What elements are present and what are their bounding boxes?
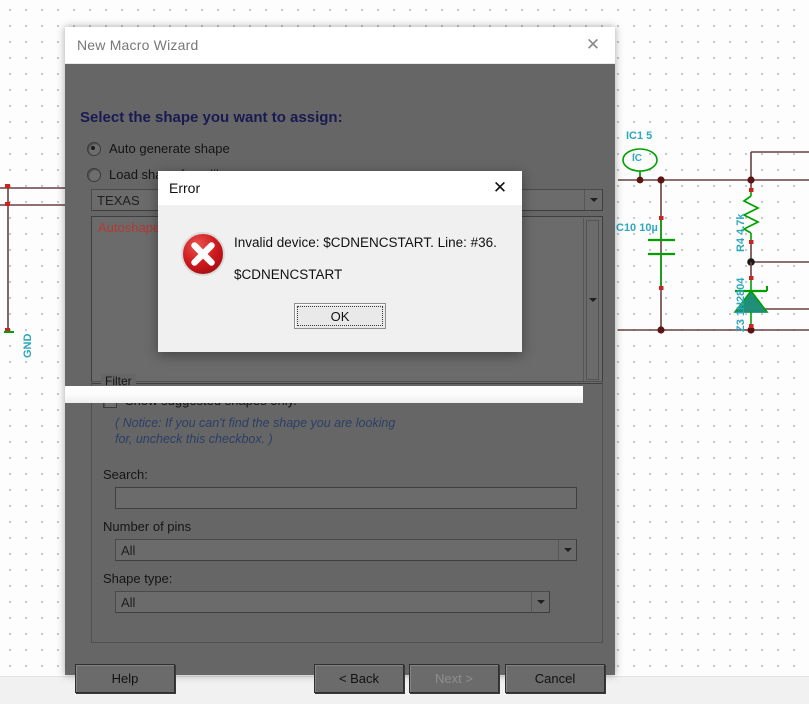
back-button[interactable]: < Back	[314, 664, 404, 693]
radio-label: Auto generate shape	[109, 141, 230, 156]
filter-notice-line2: for, uncheck this checkbox. )	[115, 432, 273, 446]
number-of-pins-label: Number of pins	[103, 519, 192, 534]
label-c10: C10 10µ	[616, 222, 658, 234]
number-of-pins-combobox[interactable]: All	[115, 539, 577, 561]
help-button[interactable]: Help	[75, 664, 175, 693]
error-message-line1: Invalid device: $CDNENCSTART. Line: #36.	[234, 235, 497, 250]
error-dialog-titlebar: Error ✕	[158, 171, 522, 205]
error-dialog-content: Invalid device: $CDNENCSTART. Line: #36.…	[158, 205, 522, 352]
error-dialog[interactable]: Error ✕ Invalid device: $CDNENCSTART. Li…	[158, 171, 522, 352]
page-title: Select the shape you want to assign:	[80, 109, 343, 126]
shape-type-label: Shape type:	[103, 571, 173, 586]
wizard-body: Select the shape you want to assign: Aut…	[65, 64, 615, 693]
number-of-pins-value: All	[121, 542, 136, 558]
wizard-titlebar: New Macro Wizard ✕	[65, 27, 615, 64]
filter-notice: ( Notice: If you can't find the shape yo…	[115, 415, 585, 447]
search-input[interactable]	[115, 487, 577, 509]
search-label: Search:	[103, 467, 148, 482]
label-ic1: IC1 5	[626, 130, 653, 142]
label-ic-symbol: IC	[632, 153, 642, 164]
label-z3: Z3 1N2804	[735, 277, 747, 332]
next-button: Next >	[409, 664, 499, 693]
chevron-down-icon[interactable]	[531, 592, 549, 612]
filter-notice-line1: ( Notice: If you can't find the shape yo…	[115, 416, 396, 430]
label-gnd: GND	[22, 333, 34, 358]
chevron-down-icon[interactable]	[584, 190, 602, 210]
radio-indicator	[87, 167, 101, 182]
cancel-button[interactable]: Cancel	[505, 664, 605, 693]
ok-button[interactable]: OK	[294, 303, 386, 329]
overlay-artifact-bar	[65, 386, 583, 403]
close-icon[interactable]: ✕	[478, 171, 522, 205]
radio-indicator	[87, 141, 101, 156]
wizard-title: New Macro Wizard	[77, 37, 199, 53]
radio-auto-generate-shape[interactable]: Auto generate shape	[87, 141, 230, 156]
error-message-line2: $CDNENCSTART	[234, 267, 343, 282]
close-icon[interactable]: ✕	[571, 27, 615, 63]
label-r4: R4 4.7k	[735, 213, 747, 252]
shape-type-combobox[interactable]: All	[115, 591, 550, 613]
error-dialog-title: Error	[169, 180, 201, 196]
shape-type-value: All	[121, 594, 136, 610]
error-circle-x-icon	[181, 232, 225, 276]
chevron-down-icon[interactable]	[588, 298, 597, 302]
chevron-down-icon[interactable]	[558, 540, 576, 560]
ok-button-label: OK	[330, 308, 350, 324]
listbox-scrollbar[interactable]	[583, 218, 601, 382]
